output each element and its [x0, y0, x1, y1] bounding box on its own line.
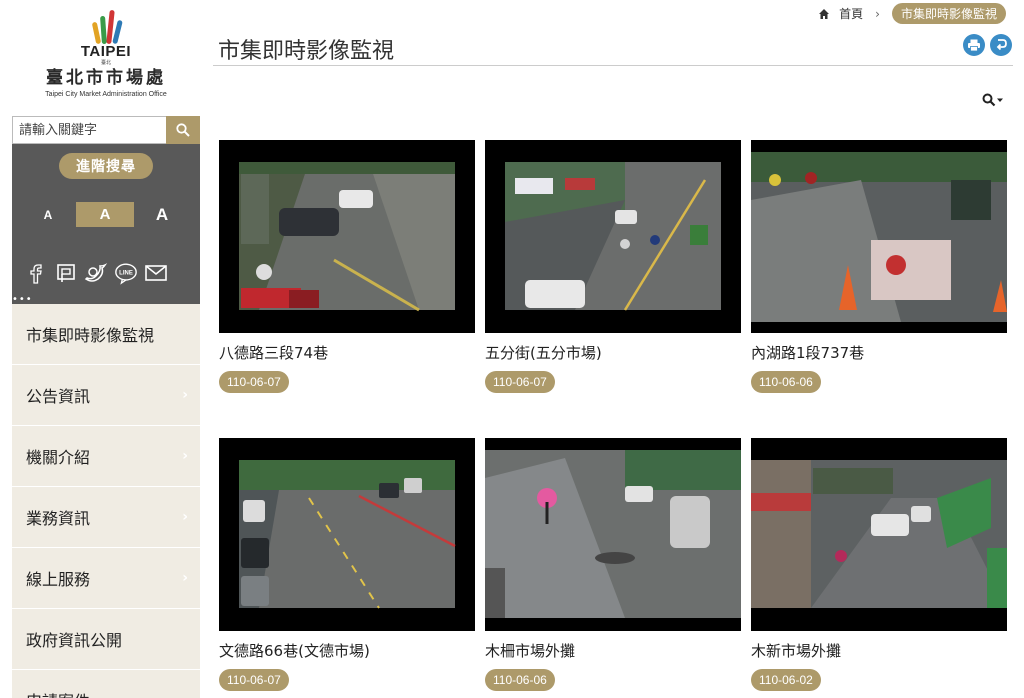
search-button[interactable] [166, 116, 200, 144]
sidebar-item-label: 公告資訊 [26, 387, 91, 406]
sidebar-item-market-monitor[interactable]: 市集即時影像監視 [12, 304, 200, 365]
social-links: LINE [24, 260, 168, 286]
logo-brand: TAIPEI [80, 43, 132, 60]
camera-feed-image[interactable] [751, 438, 1007, 631]
sidebar-item-label: 機關介紹 [26, 448, 91, 467]
sidebar-item-label: 政府資訊公開 [26, 631, 123, 650]
print-icon [968, 39, 980, 52]
sidebar-menu: 市集即時影像監視 公告資訊 › 機關介紹 › 業務資訊 › 線上服務 › 政府資… [12, 304, 200, 698]
font-size-medium-button[interactable]: A [76, 202, 134, 227]
mail-icon[interactable] [144, 260, 168, 286]
camera-date-badge: 110-06-06 [485, 669, 555, 691]
logo-org-name: 臺北市市場處 [46, 68, 166, 88]
sidebar-item-label: 市集即時影像監視 [26, 326, 155, 345]
taipei-logo-mark [76, 4, 136, 45]
breadcrumb-home-link[interactable]: 首頁 [839, 5, 863, 22]
page-title: 市集即時影像監視 [218, 39, 395, 64]
breadcrumb-current: 市集即時影像監視 [891, 3, 1006, 24]
sidebar-item-about[interactable]: 機關介紹 › [12, 426, 200, 487]
logo-org-english: Taipei City Market Administration Office [45, 91, 167, 98]
search-input[interactable] [12, 116, 166, 144]
chevron-right-icon: › [182, 387, 188, 403]
breadcrumb-separator: › [875, 6, 880, 21]
camera-card[interactable]: 內湖路1段737巷 110-06-06 [751, 140, 1007, 393]
search-icon [982, 93, 996, 107]
camera-date-badge: 110-06-02 [751, 669, 821, 691]
camera-feed-image[interactable] [485, 140, 741, 333]
sidebar-tools: 進階搜尋 A A A LINE ••• [12, 144, 200, 305]
site-logo[interactable]: TAIPEI 臺北 臺北市市場處 Taipei City Market Admi… [26, 4, 186, 104]
camera-date-badge: 110-06-07 [219, 371, 289, 393]
print-button[interactable] [963, 34, 985, 56]
camera-title[interactable]: 文德路66巷(文德市場) [219, 641, 475, 661]
camera-feed-image[interactable] [219, 438, 475, 631]
camera-card[interactable]: 文德路66巷(文德市場) 110-06-07 [219, 438, 475, 691]
camera-card[interactable]: 木新市場外攤 110-06-02 [751, 438, 1007, 691]
sidebar-item-label: 申請案件 [26, 688, 90, 698]
chevron-right-icon: › [182, 509, 188, 525]
font-size-large-button[interactable]: A [153, 202, 171, 227]
camera-title[interactable]: 八德路三段74巷 [219, 343, 475, 363]
camera-card[interactable]: 八德路三段74巷 110-06-07 [219, 140, 475, 393]
chevron-right-icon: › [182, 448, 188, 464]
more-dots[interactable]: ••• [12, 295, 33, 305]
line-icon[interactable]: LINE [114, 260, 138, 286]
search-icon [176, 123, 190, 137]
svg-text:LINE: LINE [119, 270, 133, 276]
sidebar-item-business[interactable]: 業務資訊 › [12, 487, 200, 548]
camera-date-badge: 110-06-06 [751, 371, 821, 393]
facebook-icon[interactable] [24, 260, 48, 286]
camera-date-badge: 110-06-07 [219, 669, 289, 691]
sidebar-item-announcements[interactable]: 公告資訊 › [12, 365, 200, 426]
breadcrumb: 首頁 › 市集即時影像監視 [817, 3, 1006, 24]
caret-down-icon [997, 98, 1003, 102]
page-tools [963, 34, 1012, 56]
camera-title[interactable]: 五分街(五分市場) [485, 343, 741, 363]
sidebar-item-applications[interactable]: 申請案件 [12, 670, 200, 698]
camera-card[interactable]: 木柵市場外攤 110-06-06 [485, 438, 741, 691]
plurk-icon[interactable] [54, 260, 78, 286]
title-divider [213, 65, 1013, 66]
camera-date-badge: 110-06-07 [485, 371, 555, 393]
camera-feed-image[interactable] [219, 140, 475, 333]
chevron-right-icon: › [182, 570, 188, 586]
sidebar-item-label: 業務資訊 [26, 509, 91, 528]
sidebar-search [12, 116, 200, 144]
sidebar-item-gov-info[interactable]: 政府資訊公開 [12, 609, 200, 670]
advanced-search-button[interactable]: 進階搜尋 [59, 153, 153, 179]
camera-card[interactable]: 五分街(五分市場) 110-06-07 [485, 140, 741, 393]
camera-title[interactable]: 木柵市場外攤 [485, 641, 741, 661]
camera-title[interactable]: 內湖路1段737巷 [751, 343, 1007, 363]
font-size-small-button[interactable]: A [40, 202, 56, 227]
camera-title[interactable]: 木新市場外攤 [751, 641, 1007, 661]
camera-feed-image[interactable] [485, 438, 741, 631]
home-icon[interactable] [817, 7, 831, 21]
back-button[interactable] [990, 34, 1012, 56]
camera-feed-image[interactable] [751, 140, 1007, 333]
twitter-icon[interactable] [84, 260, 108, 286]
sidebar-item-online-services[interactable]: 線上服務 › [12, 548, 200, 609]
content-search-toggle[interactable] [982, 93, 1003, 107]
sidebar-item-label: 線上服務 [26, 570, 91, 589]
return-icon [996, 39, 1007, 51]
